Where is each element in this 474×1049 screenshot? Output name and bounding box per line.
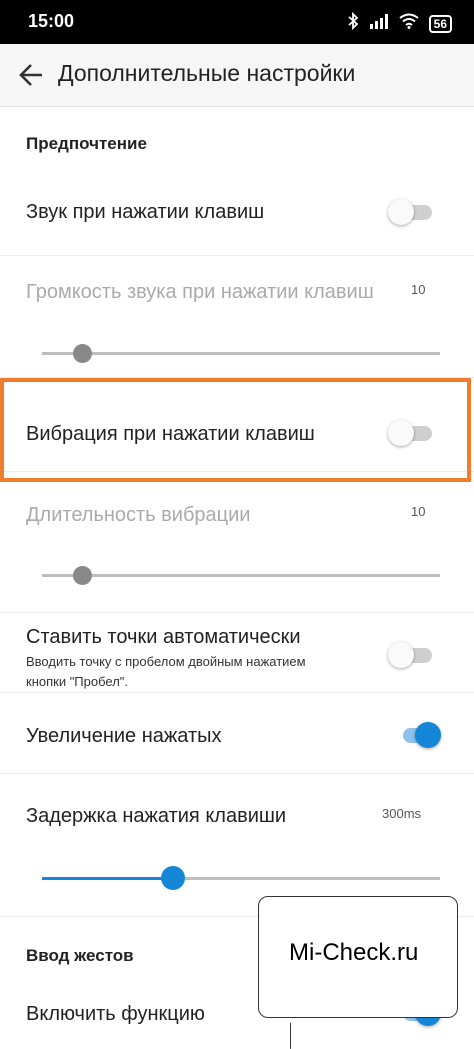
key-popup-toggle[interactable]	[395, 719, 441, 751]
highlight-frame	[0, 378, 471, 482]
toggle-thumb	[388, 642, 414, 668]
key-sound-volume-value: 10	[411, 282, 426, 297]
slider-knob[interactable]	[72, 344, 92, 363]
vibration-duration-slider[interactable]	[42, 566, 440, 586]
vibration-duration-value: 10	[411, 504, 426, 519]
status-bar: 15:00 56	[0, 0, 474, 44]
enable-feature-label: Включить функцию	[26, 1003, 205, 1025]
bluetooth-icon	[347, 11, 359, 35]
long-press-delay-value: 300ms	[382, 806, 422, 821]
auto-period-description: Вводить точку с пробелом двойным нажатие…	[26, 652, 306, 692]
section-title-gesture-input: Ввод жестов	[26, 946, 134, 965]
slider-knob[interactable]	[161, 866, 186, 890]
slider-fill	[42, 877, 174, 880]
key-sound-label: Звук при нажатии клавиш	[26, 201, 265, 223]
key-sound-toggle[interactable]	[388, 196, 434, 228]
long-press-delay-slider[interactable]	[42, 866, 440, 890]
auto-period-description-line2: кнопки "Пробел".	[26, 674, 129, 689]
status-icons: 56	[347, 11, 452, 35]
divider	[0, 255, 474, 256]
divider	[0, 612, 474, 613]
toggle-thumb	[388, 199, 414, 225]
key-popup-label: Увеличение нажатых	[26, 725, 222, 747]
auto-period-toggle[interactable]	[388, 639, 434, 671]
key-sound-volume-slider[interactable]	[42, 344, 440, 364]
app-bar: Дополнительные настройки	[0, 44, 474, 107]
auto-period-label: Ставить точки автоматически	[26, 626, 301, 648]
arrow-left-icon[interactable]	[18, 56, 44, 96]
key-sound-volume-label: Громкость звука при нажатии клавиш	[26, 281, 374, 303]
slider-knob[interactable]	[72, 566, 92, 585]
page-title: Дополнительные настройки	[58, 60, 356, 86]
status-time: 15:00	[28, 11, 75, 31]
watermark-text: Mi-Check.ru	[289, 939, 419, 966]
battery-indicator: 56	[428, 14, 452, 33]
signal-icon	[369, 13, 389, 34]
toggle-thumb	[415, 722, 441, 748]
slider-rail	[42, 574, 440, 577]
slider-rail	[42, 352, 440, 355]
auto-period-description-line1: Вводить точку с пробелом двойным нажатие…	[26, 654, 306, 669]
wifi-icon	[399, 13, 419, 34]
section-title-preferences: Предпочтение	[26, 134, 147, 153]
long-press-delay-label: Задержка нажатия клавиши	[26, 805, 287, 827]
divider	[0, 692, 474, 693]
watermark-bubble: Mi-Check.ru	[258, 896, 458, 1018]
divider	[0, 773, 474, 774]
vibration-duration-label: Длительность вибрации	[26, 504, 251, 526]
